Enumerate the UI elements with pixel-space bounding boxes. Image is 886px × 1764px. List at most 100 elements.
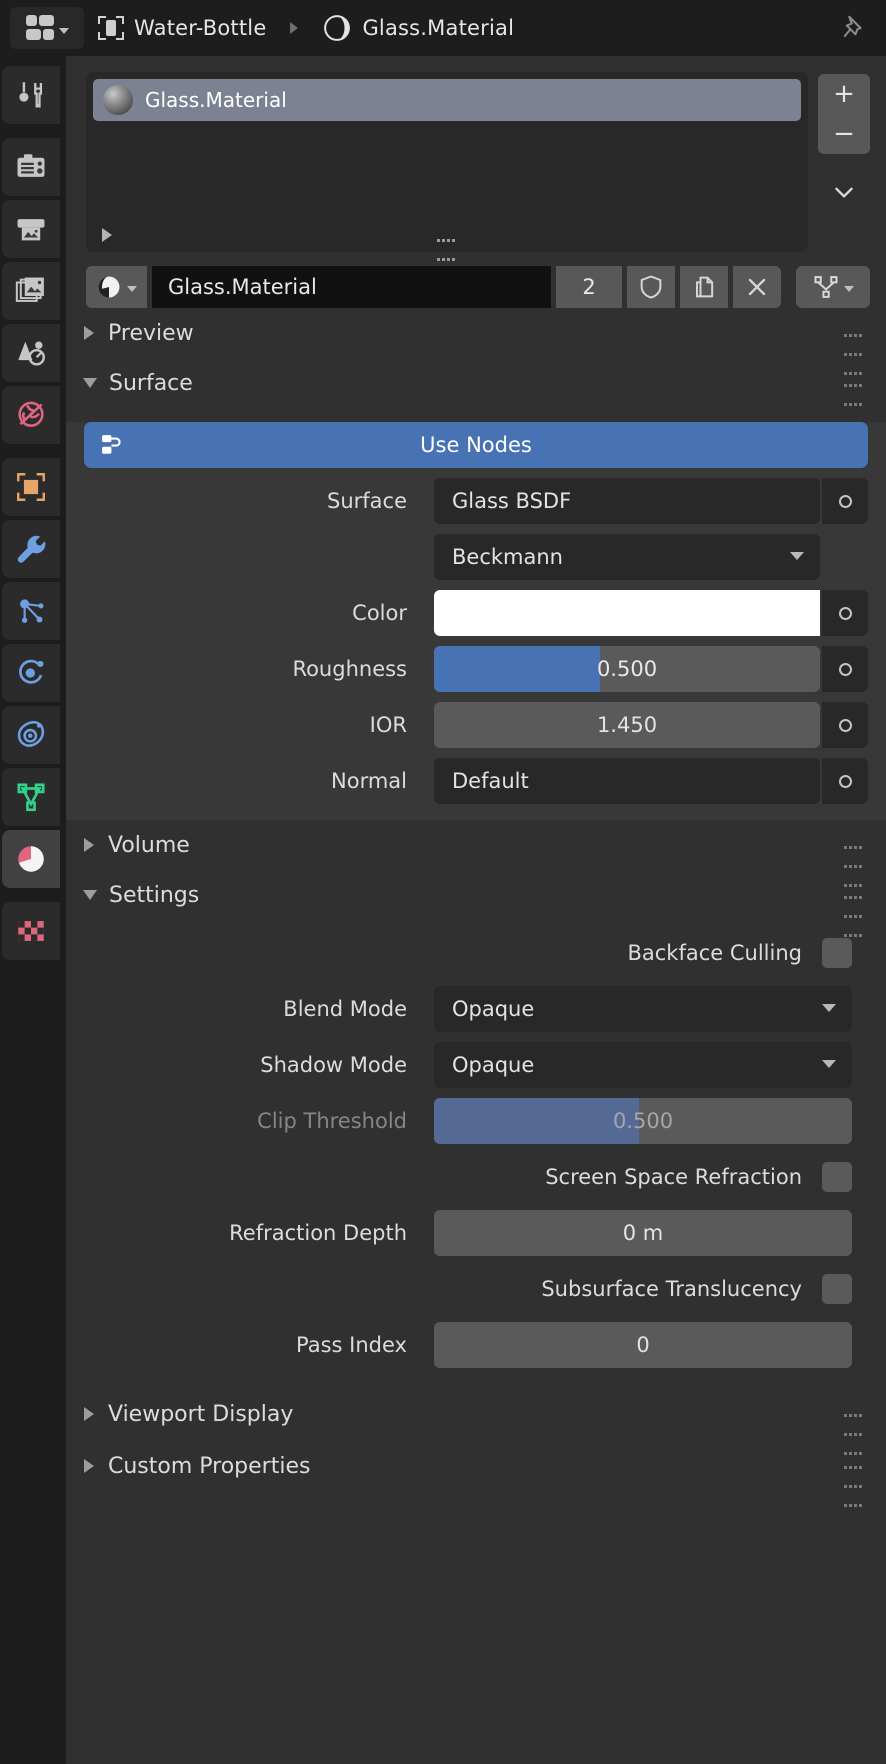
sidebar-item-particles[interactable] [2,582,60,640]
pass-index-label: Pass Index [296,1333,407,1357]
sidebar-item-modifiers[interactable] [2,520,60,578]
editor-type-selector[interactable] [10,7,84,49]
chevron-down-icon [844,286,854,292]
normal-socket-icon[interactable] [822,758,868,804]
material-slot-list-footer [86,224,808,261]
panel-title-surface: Surface [109,370,193,396]
blend-mode-value: Opaque [452,997,535,1021]
normal-field[interactable]: Default [434,758,820,804]
ior-socket-icon[interactable] [822,702,868,748]
refraction-depth-label: Refraction Depth [229,1221,407,1245]
material-properties-panel: Glass.Material + − Glass.Material 2 Prev… [66,56,886,1764]
surface-shader-label: Surface [326,489,407,513]
sidebar-item-object[interactable] [2,458,60,516]
color-swatch[interactable] [434,590,820,636]
shadow-mode-dropdown[interactable]: Opaque [434,1042,852,1088]
subsurface-translucency-checkbox[interactable] [822,1274,852,1304]
remove-slot-button[interactable]: − [818,114,870,154]
panel-header-preview[interactable]: Preview [66,308,886,375]
panel-header-settings[interactable]: Settings [66,870,886,937]
sidebar-item-constraints[interactable] [2,706,60,764]
sidebar-item-texture[interactable] [2,902,60,960]
clip-threshold-value: 0.500 [612,1109,674,1133]
use-nodes-button[interactable]: Use Nodes [84,422,868,468]
distribution-spacer [822,534,868,580]
panel-header-custom-properties[interactable]: Custom Properties [66,1440,886,1507]
clip-threshold-slider[interactable]: 0.500 [434,1098,852,1144]
color-socket-icon[interactable] [822,590,868,636]
chevron-down-icon [127,286,137,292]
chevron-down-icon [58,28,69,34]
new-material-button[interactable] [680,266,728,308]
material-name-input[interactable]: Glass.Material [152,266,551,308]
printer-icon [17,219,45,241]
browse-material-button[interactable] [86,266,147,308]
constraint-icon [17,720,45,747]
material-slot-name: Glass.Material [145,88,287,112]
add-slot-button[interactable]: + [818,74,870,114]
sidebar-item-world[interactable] [2,386,60,444]
grip-dots-icon[interactable] [437,230,457,268]
pass-index-row: Pass Index 0 [84,1322,868,1368]
pass-index-field[interactable]: 0 [434,1322,852,1368]
shadow-mode-label: Shadow Mode [260,1053,407,1077]
grip-dots-icon[interactable] [844,887,864,944]
sidebar-item-view-layer[interactable] [2,262,60,320]
pin-icon[interactable] [838,13,868,43]
material-datablock-row: Glass.Material 2 [66,252,886,308]
grip-dots-icon[interactable] [844,1457,864,1514]
roughness-row: Roughness 0.500 [84,646,868,692]
normal-row: Normal Default [84,758,868,804]
triangle-right-icon [84,838,94,852]
breadcrumb-material-name[interactable]: Glass.Material [362,16,514,40]
material-slot-buttons: + − [818,72,870,252]
sidebar-item-output[interactable] [2,200,60,258]
slot-specials-button[interactable] [818,172,870,212]
sidebar-item-physics[interactable] [2,644,60,702]
camera-back-icon [17,154,45,177]
triangle-right-icon[interactable] [102,228,112,242]
roughness-slider[interactable]: 0.500 [434,646,820,692]
material-sphere-icon [98,276,120,298]
subsurface-translucency-row: Subsurface Translucency [84,1266,868,1312]
triangle-down-icon [83,890,97,900]
panel-header-surface[interactable]: Surface [66,358,886,425]
shield-icon [640,275,662,299]
triangle-right-icon [84,1407,94,1421]
properties-tab-rail [0,56,66,1764]
material-slot-list[interactable]: Glass.Material [86,72,808,261]
chevron-down-icon [822,1004,836,1012]
breadcrumb-object-name[interactable]: Water-Bottle [134,16,266,40]
clip-threshold-row: Clip Threshold 0.500 [84,1098,868,1144]
object-square-icon [17,473,45,501]
material-sphere-icon [324,15,351,41]
sidebar-item-render[interactable] [2,138,60,196]
surface-section: Use Nodes Surface Glass BSDF Beckmann Co… [66,422,886,820]
roughness-socket-icon[interactable] [822,646,868,692]
sidebar-item-material[interactable] [2,830,60,888]
sidebar-item-object-data[interactable] [2,768,60,826]
sidebar-item-tool[interactable] [2,66,60,124]
screen-space-refraction-checkbox[interactable] [822,1162,852,1192]
node-tree-selector[interactable] [796,266,870,308]
fake-user-button[interactable] [627,266,675,308]
distribution-dropdown[interactable]: Beckmann [434,534,820,580]
cone-sphere-icon [18,341,45,366]
breadcrumb: Water-Bottle Glass.Material [98,13,514,43]
surface-shader-field[interactable]: Glass BSDF [434,478,820,524]
refraction-depth-field[interactable]: 0 m [434,1210,852,1256]
unlink-material-button[interactable] [733,266,781,308]
list-item[interactable]: Glass.Material [93,79,801,121]
material-users-count[interactable]: 2 [556,266,622,308]
surface-shader-socket-icon[interactable] [822,478,868,524]
blend-mode-dropdown[interactable]: Opaque [434,986,852,1032]
screen-space-refraction-label: Screen Space Refraction [545,1165,802,1189]
panel-header-volume[interactable]: Volume [66,820,886,887]
panel-header-viewport-display[interactable]: Viewport Display [66,1388,886,1455]
physics-orbit-icon [19,659,44,684]
wrench-icon [17,535,46,563]
sidebar-item-scene[interactable] [2,324,60,382]
ior-row: IOR 1.450 [84,702,868,748]
ior-field[interactable]: 1.450 [434,702,820,748]
properties-editor: Water-Bottle Glass.Material Glass.Materi… [0,0,886,1764]
